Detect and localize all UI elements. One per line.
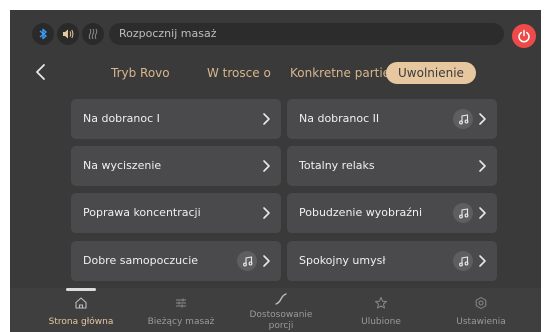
bluetooth-button[interactable] [32, 23, 54, 45]
volume-button[interactable] [57, 23, 79, 45]
program-card-na-wyciszenie[interactable]: Na wyciszenie [71, 146, 281, 186]
nav-label: Ulubione [361, 317, 401, 327]
program-label: Totalny relaks [299, 159, 375, 172]
program-card-dobre-samopoczucie[interactable]: Dobre samopoczucie [71, 241, 281, 281]
chevron-right-icon [263, 207, 270, 219]
program-card-spokojny-umysl[interactable]: Spokojny umysł [287, 241, 497, 281]
program-label: Poprawa koncentracji [83, 206, 201, 219]
nav-label: Bieżący masaż [147, 317, 215, 327]
chevron-right-icon [263, 255, 270, 267]
volume-icon [63, 29, 74, 39]
chevron-right-icon [479, 255, 486, 267]
nav-label: Strona główna [48, 317, 114, 327]
program-card-pobudzenie-wyobrazni[interactable]: Pobudzenie wyobraźni [287, 193, 497, 233]
sliders-icon [176, 298, 186, 308]
active-indicator [66, 288, 96, 291]
power-button[interactable] [512, 24, 536, 48]
curve-icon [275, 293, 287, 305]
music-note-icon [237, 251, 257, 271]
nav-current-massage[interactable]: Bieżący masaż [131, 288, 231, 332]
program-card-na-dobranoc-1[interactable]: Na dobranoc I [71, 99, 281, 139]
home-icon [75, 297, 87, 309]
nav-label: Dostosowanie [249, 310, 313, 320]
program-label: Pobudzenie wyobraźni [299, 206, 423, 219]
nav-favorites[interactable]: Ulubione [331, 288, 431, 332]
nav-customization[interactable]: Dostosowanie porcji [231, 288, 331, 332]
nav-settings[interactable]: Ustawienia [431, 288, 531, 332]
tab-w-trosce-o[interactable]: W trosce o [207, 62, 271, 84]
star-icon [375, 297, 387, 309]
chevron-right-icon [263, 113, 270, 125]
chevron-right-icon [479, 207, 486, 219]
program-label: Na dobranoc I [83, 112, 160, 125]
power-icon [518, 29, 530, 43]
chevron-right-icon [479, 160, 486, 172]
tab-uwolnienie[interactable]: Uwolnienie [386, 62, 476, 84]
nav-label-line2: porcji [268, 321, 294, 331]
music-note-icon [453, 251, 473, 271]
heat-button[interactable] [82, 23, 104, 45]
back-chevron-icon[interactable] [34, 63, 48, 81]
music-note-icon [453, 109, 473, 129]
tab-tryb-rovo[interactable]: Tryb Rovo [111, 62, 170, 84]
program-label: Spokojny umysł [299, 254, 386, 267]
tab-konkretne-partie[interactable]: Konkretne partie [290, 62, 390, 84]
program-label: Dobre samopoczucie [83, 254, 199, 267]
nav-home[interactable]: Strona główna [31, 288, 131, 332]
bluetooth-icon [39, 28, 47, 40]
program-card-na-dobranoc-2[interactable]: Na dobranoc II [287, 99, 497, 139]
bottom-nav: Strona główna Bieżący masaż Dostosowanie… [10, 288, 541, 332]
music-note-icon [453, 203, 473, 223]
start-massage-bar[interactable]: Rozpocznij masaż [109, 23, 504, 45]
program-card-poprawa-koncentracji[interactable]: Poprawa koncentracji [71, 193, 281, 233]
status-bar: Rozpocznij masaż [10, 10, 541, 50]
program-card-totalny-relaks[interactable]: Totalny relaks [287, 146, 497, 186]
chevron-right-icon [479, 113, 486, 125]
app-screen: Rozpocznij masaż Tryb Rovo W trosce o Ko… [10, 10, 541, 332]
nav-label: Ustawienia [456, 317, 506, 327]
chevron-right-icon [263, 160, 270, 172]
program-label: Na wyciszenie [83, 159, 162, 172]
heat-icon [88, 28, 98, 40]
program-label: Na dobranoc II [299, 112, 380, 125]
settings-icon [475, 297, 487, 309]
